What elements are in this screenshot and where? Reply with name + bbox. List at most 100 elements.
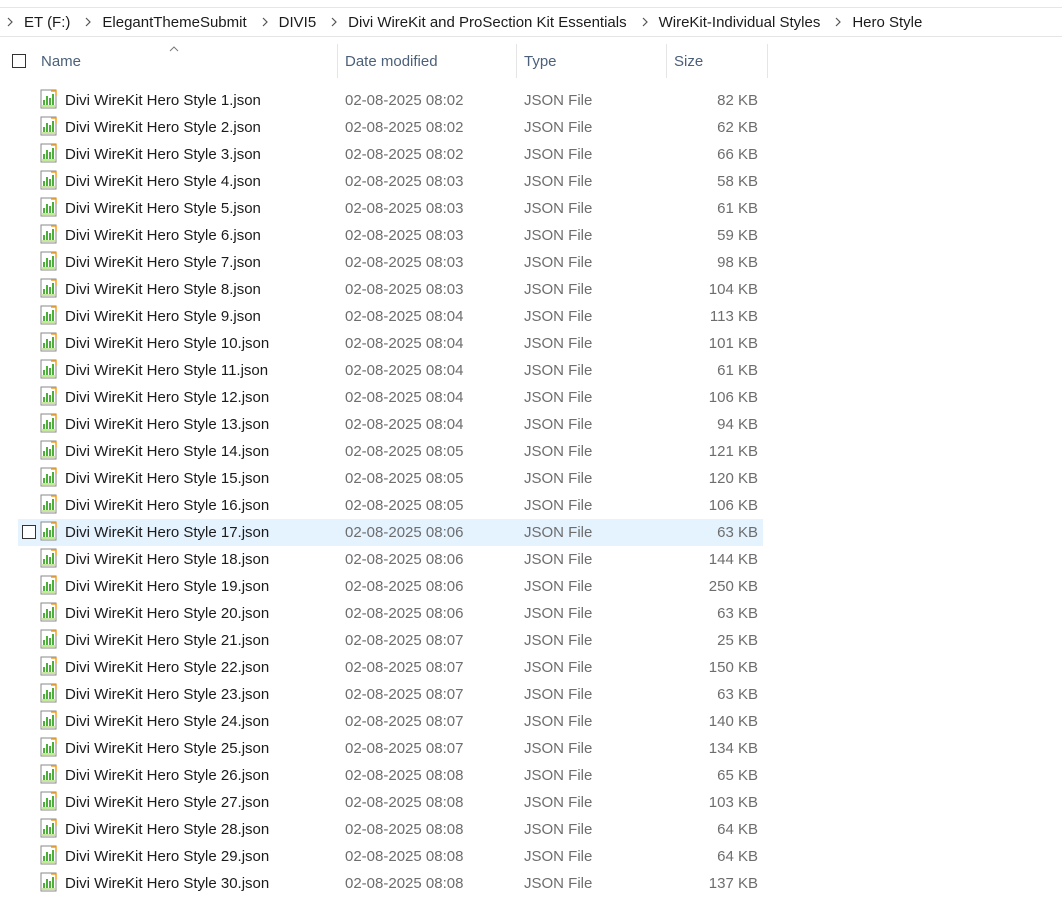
- file-date-modified: 02-08-2025 08:05: [345, 470, 464, 487]
- file-size: 63 KB: [717, 524, 758, 541]
- file-row[interactable]: Divi WireKit Hero Style 25.json 02-08-202…: [18, 735, 763, 762]
- file-row[interactable]: Divi WireKit Hero Style 19.json 02-08-202…: [18, 573, 763, 600]
- file-name: Divi WireKit Hero Style 9.json: [65, 308, 261, 325]
- file-date-modified: 02-08-2025 08:04: [345, 308, 464, 325]
- file-row[interactable]: Divi WireKit Hero Style 11.json 02-08-202…: [18, 357, 763, 384]
- file-date-modified: 02-08-2025 08:06: [345, 578, 464, 595]
- file-row[interactable]: Divi WireKit Hero Style 21.json 02-08-202…: [18, 627, 763, 654]
- file-date-modified: 02-08-2025 08:03: [345, 227, 464, 244]
- file-size: 25 KB: [717, 632, 758, 649]
- file-row[interactable]: Divi WireKit Hero Style 15.json 02-08-202…: [18, 465, 763, 492]
- column-header-size-label: Size: [674, 52, 704, 70]
- file-size: 101 KB: [708, 335, 758, 352]
- file-row[interactable]: Divi WireKit Hero Style 12.json 02-08-202…: [18, 384, 763, 411]
- file-date-modified: 02-08-2025 08:02: [345, 146, 464, 163]
- file-size: 65 KB: [717, 767, 758, 784]
- json-file-icon: [40, 224, 58, 244]
- chevron-right-icon[interactable]: [832, 16, 844, 28]
- json-file-icon: [40, 683, 58, 703]
- breadcrumb-item[interactable]: DIVI5: [279, 14, 317, 31]
- file-name: Divi WireKit Hero Style 8.json: [65, 281, 261, 298]
- breadcrumb-item[interactable]: ET (F:): [24, 14, 70, 31]
- chevron-right-icon[interactable]: [259, 16, 271, 28]
- column-header-type[interactable]: Type: [518, 44, 667, 78]
- file-type: JSON File: [524, 578, 593, 595]
- file-date-modified: 02-08-2025 08:04: [345, 416, 464, 433]
- file-row[interactable]: Divi WireKit Hero Style 10.json 02-08-202…: [18, 330, 763, 357]
- file-name: Divi WireKit Hero Style 12.json: [65, 389, 270, 406]
- file-type: JSON File: [524, 659, 593, 676]
- file-type: JSON File: [524, 146, 593, 163]
- file-row[interactable]: Divi WireKit Hero Style 4.json 02-08-2025…: [18, 168, 763, 195]
- json-file-icon: [40, 737, 58, 757]
- file-row[interactable]: Divi WireKit Hero Style 13.json 02-08-202…: [18, 411, 763, 438]
- file-row[interactable]: Divi WireKit Hero Style 16.json 02-08-202…: [18, 492, 763, 519]
- breadcrumb-item[interactable]: ElegantThemeSubmit: [102, 14, 246, 31]
- json-file-icon: [40, 521, 58, 541]
- file-name: Divi WireKit Hero Style 2.json: [65, 119, 261, 136]
- chevron-right-icon[interactable]: [328, 16, 340, 28]
- file-date-modified: 02-08-2025 08:04: [345, 335, 464, 352]
- file-name: Divi WireKit Hero Style 17.json: [65, 524, 270, 541]
- file-name: Divi WireKit Hero Style 27.json: [65, 794, 270, 811]
- file-row[interactable]: Divi WireKit Hero Style 5.json 02-08-2025…: [18, 195, 763, 222]
- file-type: JSON File: [524, 416, 593, 433]
- file-row[interactable]: Divi WireKit Hero Style 27.json 02-08-202…: [18, 789, 763, 816]
- file-name: Divi WireKit Hero Style 22.json: [65, 659, 270, 676]
- file-date-modified: 02-08-2025 08:08: [345, 848, 464, 865]
- file-row[interactable]: Divi WireKit Hero Style 22.json 02-08-202…: [18, 654, 763, 681]
- file-row[interactable]: Divi WireKit Hero Style 8.json 02-08-2025…: [18, 276, 763, 303]
- file-date-modified: 02-08-2025 08:08: [345, 875, 464, 892]
- file-date-modified: 02-08-2025 08:07: [345, 740, 464, 757]
- column-header-size[interactable]: Size: [668, 44, 768, 78]
- json-file-icon: [40, 89, 58, 109]
- file-date-modified: 02-08-2025 08:06: [345, 524, 464, 541]
- file-row[interactable]: Divi WireKit Hero Style 18.json 02-08-202…: [18, 546, 763, 573]
- file-row[interactable]: Divi WireKit Hero Style 28.json 02-08-202…: [18, 816, 763, 843]
- file-date-modified: 02-08-2025 08:06: [345, 551, 464, 568]
- row-checkbox[interactable]: [22, 525, 36, 539]
- breadcrumb-item[interactable]: WireKit-Individual Styles: [659, 14, 821, 31]
- column-header-row: Name Date modified Type Size: [0, 44, 1062, 78]
- file-row[interactable]: Divi WireKit Hero Style 29.json 02-08-202…: [18, 843, 763, 870]
- file-row[interactable]: Divi WireKit Hero Style 1.json 02-08-2025…: [18, 87, 763, 114]
- file-row[interactable]: Divi WireKit Hero Style 20.json 02-08-202…: [18, 600, 763, 627]
- file-row[interactable]: Divi WireKit Hero Style 7.json 02-08-2025…: [18, 249, 763, 276]
- breadcrumb-item[interactable]: Divi WireKit and ProSection Kit Essentia…: [348, 14, 626, 31]
- json-file-icon: [40, 170, 58, 190]
- file-row[interactable]: Divi WireKit Hero Style 9.json 02-08-2025…: [18, 303, 763, 330]
- file-name: Divi WireKit Hero Style 28.json: [65, 821, 270, 838]
- column-header-date[interactable]: Date modified: [339, 44, 517, 78]
- chevron-right-icon[interactable]: [639, 16, 651, 28]
- file-name: Divi WireKit Hero Style 21.json: [65, 632, 270, 649]
- column-header-name[interactable]: Name: [35, 44, 338, 78]
- chevron-right-icon[interactable]: [4, 16, 16, 28]
- file-name: Divi WireKit Hero Style 5.json: [65, 200, 261, 217]
- chevron-right-icon[interactable]: [82, 16, 94, 28]
- breadcrumb-item[interactable]: Hero Style: [852, 14, 922, 31]
- json-file-icon: [40, 791, 58, 811]
- file-name: Divi WireKit Hero Style 25.json: [65, 740, 270, 757]
- file-type: JSON File: [524, 92, 593, 109]
- json-file-icon: [40, 602, 58, 622]
- json-file-icon: [40, 764, 58, 784]
- file-row[interactable]: Divi WireKit Hero Style 26.json 02-08-202…: [18, 762, 763, 789]
- json-file-icon: [40, 440, 58, 460]
- file-type: JSON File: [524, 551, 593, 568]
- file-name: Divi WireKit Hero Style 11.json: [65, 362, 269, 379]
- file-row[interactable]: Divi WireKit Hero Style 30.json 02-08-202…: [18, 870, 763, 897]
- json-file-icon: [40, 575, 58, 595]
- file-row[interactable]: Divi WireKit Hero Style 17.json 02-08-202…: [18, 519, 763, 546]
- file-row[interactable]: Divi WireKit Hero Style 2.json 02-08-2025…: [18, 114, 763, 141]
- file-row[interactable]: Divi WireKit Hero Style 23.json 02-08-202…: [18, 681, 763, 708]
- file-name: Divi WireKit Hero Style 26.json: [65, 767, 270, 784]
- file-size: 64 KB: [717, 821, 758, 838]
- file-row[interactable]: Divi WireKit Hero Style 24.json 02-08-202…: [18, 708, 763, 735]
- file-date-modified: 02-08-2025 08:08: [345, 821, 464, 838]
- file-date-modified: 02-08-2025 08:06: [345, 605, 464, 622]
- file-row[interactable]: Divi WireKit Hero Style 6.json 02-08-2025…: [18, 222, 763, 249]
- select-all-checkbox[interactable]: [12, 54, 26, 68]
- file-row[interactable]: Divi WireKit Hero Style 14.json 02-08-202…: [18, 438, 763, 465]
- file-row[interactable]: Divi WireKit Hero Style 3.json 02-08-2025…: [18, 141, 763, 168]
- file-date-modified: 02-08-2025 08:02: [345, 92, 464, 109]
